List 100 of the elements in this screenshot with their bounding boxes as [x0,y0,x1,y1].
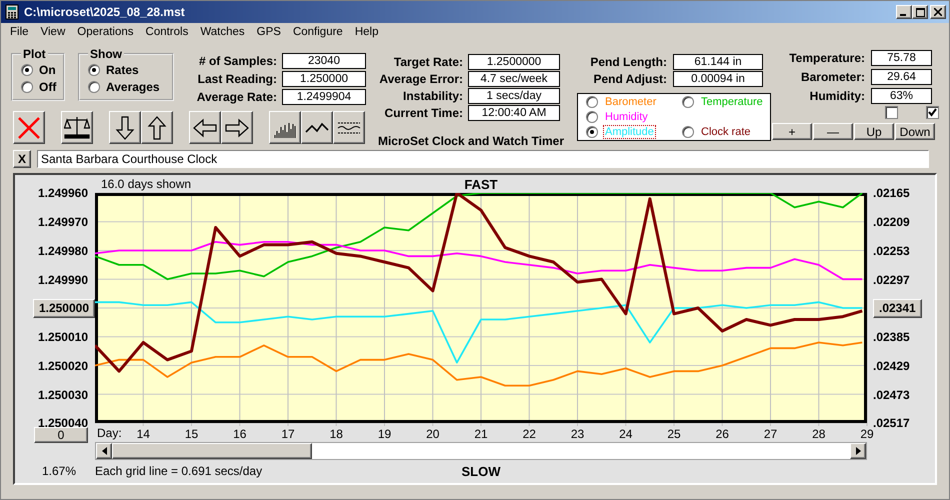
menu-item[interactable]: GPS [250,26,287,38]
radio-option[interactable]: Rates [88,62,166,78]
calculator-icon [5,4,19,20]
wave-button[interactable] [333,111,365,144]
y-tick-label: .02209 [873,215,910,230]
tick-label: 27 [764,427,778,441]
menu-item[interactable]: Controls [140,26,194,38]
menu-item[interactable]: Help [348,26,384,38]
fast-label: FAST [464,176,498,192]
tick-label: 28 [812,427,826,441]
adjust-button[interactable]: Up [854,123,894,140]
balance-button[interactable] [61,111,93,144]
value-field: 63% [871,88,932,104]
menu-item[interactable]: Watches [194,26,251,38]
field-label: Last Reading: [196,72,277,86]
tick-label: 14 [136,427,150,441]
down-button[interactable] [109,111,141,144]
zoom-percent: 1.67% [42,464,76,478]
group-title: Show [89,47,123,61]
field-label: Average Rate: [196,90,277,104]
checkbox[interactable] [926,106,939,119]
field-label: Pend Length: [589,55,667,69]
scroll-left-button[interactable] [96,443,112,459]
window-title: C:\microset\2025_08_28.mst [24,5,186,19]
adjust-button[interactable]: + [772,123,812,140]
value-field: 12:00:40 AM [468,105,560,121]
radio-option[interactable]: Averages [88,80,166,95]
left-button[interactable] [189,111,221,144]
tick-label: 18 [330,427,343,441]
right-button[interactable] [221,111,253,144]
field-label: Temperature: [788,51,865,65]
axis-label: Day: [97,426,122,440]
close-button[interactable] [930,5,946,19]
y-tick-label: 1.250020 [38,358,88,373]
tick-label: 22 [522,427,536,441]
y-tick-label: .02385 [873,330,910,344]
radio-option[interactable]: On [21,62,57,78]
field-label: Instability: [402,89,463,103]
y-tick-label: 1.250030 [38,388,88,402]
menu-item[interactable]: File [4,26,35,38]
tick-label: 19 [378,427,392,441]
maximize-icon [916,8,924,16]
y-tick-label: .02253 [873,244,910,258]
maximize-button[interactable] [912,5,928,19]
y-tick-label: .02297 [873,272,910,287]
tick-label: 29 [860,427,874,441]
tick-label: 23 [570,427,584,441]
up-button[interactable] [141,111,173,144]
x-icon [16,114,42,140]
field-label: # of Samples: [198,54,277,68]
tick-label: 16 [233,427,246,441]
check-icon [928,108,937,117]
tick-label: 25 [667,427,681,441]
tick-label: 17 [281,427,295,441]
tick-label: 21 [474,427,488,441]
delete-button[interactable] [13,111,45,144]
right-triangle-icon [856,447,860,455]
menu-item[interactable]: View [34,26,72,38]
adjust-button[interactable]: — [813,123,853,140]
radio-option[interactable]: Off [21,80,57,95]
value-field: 29.64 [871,69,932,85]
name-field[interactable]: Santa Barbara Courthouse Clock [37,150,929,168]
app-title: MicroSet Clock and Watch Timer [376,134,566,148]
y-tick-label: .02165 [873,186,910,200]
field-label: Average Error: [378,72,463,86]
scroll-right-button[interactable] [850,443,866,459]
adjust-button[interactable]: Down [895,123,935,140]
y-tick-label: 1.249990 [38,272,88,287]
scrollbar-thumb[interactable] [112,443,312,459]
tick-label: 15 [184,427,198,441]
field-label: Pend Adjust: [592,72,667,86]
menu-item[interactable]: Configure [286,26,349,38]
left-triangle-icon [102,447,106,455]
sensor-radio[interactable]: Clock rate [682,124,766,139]
slow-label: SLOW [462,464,500,478]
y-tick-label: .02429 [873,358,910,373]
center-rate-button[interactable]: 1.250000 [32,298,95,318]
clear-button[interactable]: X [13,150,31,168]
field-label: Target Rate: [392,55,463,69]
center-amplitude-button[interactable]: .02341 [873,298,922,318]
value-field: 23040 [282,53,366,69]
minimize-button[interactable] [896,5,912,19]
value-field: 75.78 [871,50,932,66]
y-tick-label: .02473 [873,388,910,402]
value-field: 1.2500000 [468,54,560,70]
tick-label: 26 [716,427,729,441]
value-field: 0.00094 in [673,71,763,87]
checkbox[interactable] [885,106,898,119]
menu-item[interactable]: Operations [71,26,140,38]
balance-icon [64,114,90,140]
grid-note: Each grid line = 0.691 secs/day [95,464,264,478]
close-icon [934,8,942,16]
line-button[interactable] [301,111,333,144]
tick-label: 20 [426,427,440,441]
days-shown-label: 16.0 days shown [100,177,192,191]
value-field: 1 secs/day [468,88,560,104]
group-title: Plot [22,47,47,61]
offset-button[interactable]: 0 [34,427,88,443]
y-tick-label: 1.250010 [38,330,88,344]
bars-button[interactable] [269,111,301,144]
